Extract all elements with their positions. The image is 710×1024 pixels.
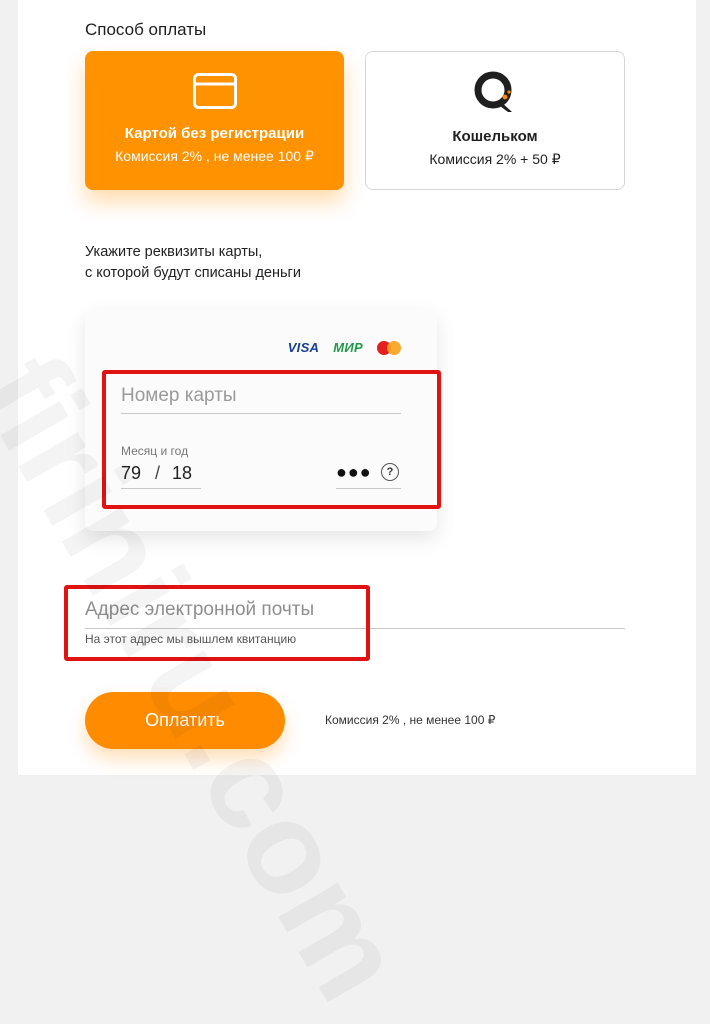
card-brands: VISA МИР [288, 340, 401, 355]
pay-commission: Комиссия 2% , не менее 100 ₽ [325, 713, 496, 727]
mastercard-logo-icon [377, 340, 401, 355]
method-commission: Комиссия 2% + 50 ₽ [429, 151, 561, 167]
card-hint-line: с которой будут списаны деньги [85, 265, 301, 281]
payment-page: Способ оплаты Картой без регистрации Ком… [0, 0, 696, 1023]
card-hint: Укажите реквизиты карты, с которой будут… [85, 242, 301, 284]
method-title: Картой без регистрации [124, 125, 305, 142]
card-hint-line: Укажите реквизиты карты, [85, 244, 263, 260]
credit-card-icon [85, 73, 344, 111]
method-title: Кошельком [452, 128, 538, 145]
pay-button[interactable]: Оплатить [85, 692, 285, 749]
section-title: Способ оплаты [85, 20, 207, 39]
payment-method-card[interactable]: Картой без регистрации Комиссия 2% , не … [85, 51, 344, 190]
email-field-highlight [64, 585, 370, 661]
method-commission: Комиссия 2% , не менее 100 ₽ [115, 148, 314, 164]
payment-method-wallet[interactable]: Кошельком Комиссия 2% + 50 ₽ [365, 51, 625, 190]
mir-logo: МИР [333, 340, 363, 355]
qiwi-logo-icon [366, 71, 624, 112]
card-fields-highlight [102, 370, 441, 509]
visa-logo: VISA [287, 340, 320, 355]
